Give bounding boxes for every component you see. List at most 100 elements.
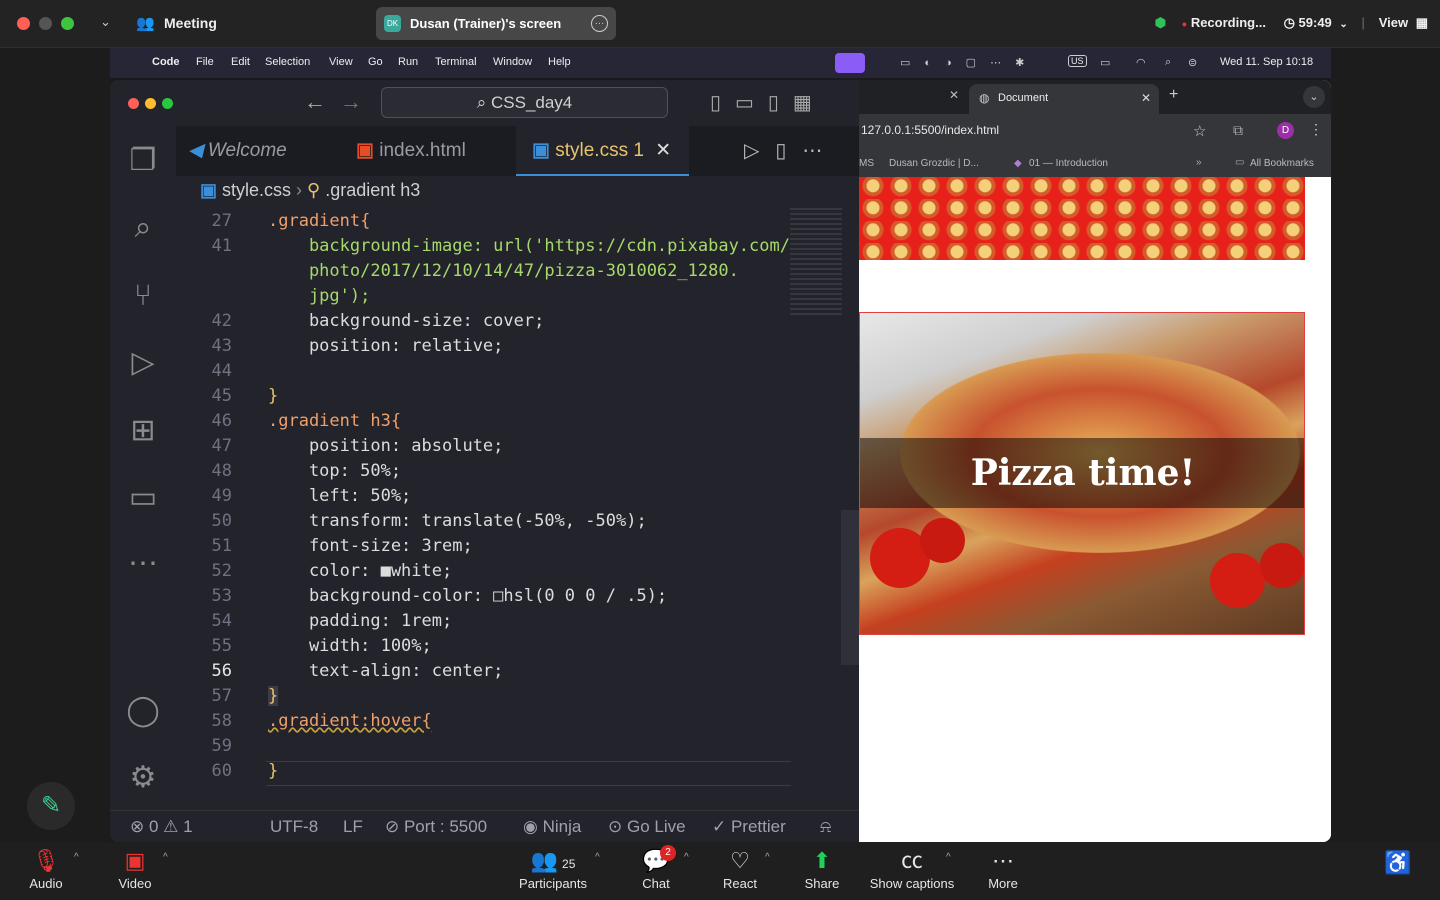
captions-button[interactable]: ㏄ Show captions <box>868 846 956 891</box>
menu-run[interactable]: Run <box>398 56 418 68</box>
tab-search-icon[interactable]: ⌄ <box>1303 86 1325 108</box>
participants-button[interactable]: 👥 25 Participants <box>515 846 591 891</box>
remote-explorer-icon[interactable]: ▭ <box>123 478 163 518</box>
tab-style-css[interactable]: ▣ style.css 1 ✕ <box>516 126 689 176</box>
breadcrumb-symbol[interactable]: .gradient h3 <box>325 180 420 200</box>
code-line: text-align: center; <box>268 661 504 681</box>
chevron-up-icon[interactable]: ^ <box>163 852 168 863</box>
close-tab-icon[interactable]: ✕ <box>949 88 959 102</box>
minimize-window-button[interactable] <box>145 98 156 109</box>
menu-view[interactable]: View <box>329 56 353 68</box>
back-arrow-icon[interactable]: ← <box>304 89 326 115</box>
bookmark-star-icon[interactable]: ☆ <box>1193 122 1206 140</box>
more-options-icon[interactable]: … <box>591 15 608 32</box>
prettier-indicator[interactable]: ✓ Prettier <box>712 817 786 837</box>
close-window-button[interactable] <box>128 98 139 109</box>
extensions-icon[interactable]: ⧉ <box>1233 122 1243 139</box>
editor-actions-icons[interactable]: ▷▯⋯ <box>744 138 838 163</box>
more-views-icon[interactable]: ⋯ <box>123 544 163 584</box>
accessibility-icon[interactable]: ♿ <box>1384 850 1411 876</box>
minimap[interactable] <box>790 208 842 318</box>
eol-indicator[interactable]: LF <box>343 817 363 837</box>
activity-bar: ❐ ⌕ ⑂ ▷ ⊞ ▭ ⋯ ◯ ⚙ <box>110 126 176 810</box>
tab-index-html[interactable]: ▣ index.html <box>356 126 466 176</box>
url-field[interactable]: 127.0.0.1:5500/index.html <box>861 123 999 137</box>
new-tab-button[interactable]: + <box>1169 86 1178 104</box>
live-server-port[interactable]: ⊘ Port : 5500 <box>385 817 487 837</box>
chevron-up-icon[interactable]: ^ <box>74 852 79 863</box>
line-number: 41 <box>211 236 232 256</box>
vertical-scrollbar[interactable] <box>841 510 859 665</box>
line-number: 51 <box>211 536 232 556</box>
account-icon[interactable]: ◯ <box>123 691 163 731</box>
close-tab-icon[interactable]: ✕ <box>1141 91 1151 105</box>
line-number: 56 <box>211 661 232 681</box>
close-window-button[interactable] <box>17 17 30 30</box>
menu-selection[interactable]: Selection <box>265 56 310 68</box>
menu-terminal[interactable]: Terminal <box>435 56 477 68</box>
screen-share-indicator[interactable]: DK Dusan (Trainer)'s screen … <box>376 7 616 40</box>
control-center-icon[interactable]: ⊜ <box>1188 56 1197 69</box>
screen-share-status-icon[interactable] <box>835 53 865 73</box>
search-icon[interactable]: ⌕ <box>1165 56 1171 69</box>
forward-arrow-icon[interactable]: → <box>340 89 362 115</box>
bell-icon[interactable]: ⍾ <box>820 817 831 837</box>
menu-bar-clock[interactable]: Wed 11. Sep 10:18 <box>1220 56 1313 68</box>
more-bookmarks-icon[interactable]: » <box>1196 157 1202 168</box>
menu-go[interactable]: Go <box>368 56 383 68</box>
video-off-icon: ▣ <box>124 848 146 873</box>
settings-gear-icon[interactable]: ⚙ <box>123 758 163 798</box>
problems-indicator[interactable]: ⊗ 0 ⚠ 1 <box>130 817 193 837</box>
more-button[interactable]: ⋯ More <box>983 846 1023 891</box>
annotate-pen-icon[interactable]: ✎ <box>27 782 75 830</box>
explorer-icon[interactable]: ❐ <box>123 141 163 181</box>
input-source-indicator[interactable]: US <box>1068 55 1087 67</box>
react-button[interactable]: ♡ React <box>720 846 760 891</box>
audio-button[interactable]: 🎙 Audio <box>26 846 66 891</box>
code-editor[interactable]: 27 .gradient{ 41 background-image: url('… <box>176 208 793 810</box>
ninja-indicator[interactable]: ◉ Ninja <box>523 817 581 837</box>
go-live-button[interactable]: ⊙ Go Live <box>608 817 686 837</box>
bookmark-item[interactable]: 01 — Introduction <box>1029 158 1108 169</box>
all-bookmarks[interactable]: All Bookmarks <box>1250 158 1314 169</box>
profile-avatar[interactable]: D <box>1277 122 1294 139</box>
bookmark-item[interactable]: Dusan Grozdic | D... <box>889 158 979 169</box>
run-debug-icon[interactable]: ▷ <box>123 343 163 383</box>
bookmark-item[interactable]: MS <box>859 158 874 169</box>
tab-welcome[interactable]: ◀ Welcome <box>188 126 287 176</box>
status-tray-icons[interactable]: ▭◐◑▢⋯✱ <box>900 56 1038 69</box>
menu-edit[interactable]: Edit <box>231 56 250 68</box>
battery-icon[interactable]: ▭ <box>1100 56 1110 69</box>
search-icon[interactable]: ⌕ <box>123 208 163 248</box>
app-menu[interactable]: Code <box>152 56 180 68</box>
menu-window[interactable]: Window <box>493 56 532 68</box>
chevron-up-icon[interactable]: ^ <box>684 852 689 863</box>
maximize-window-button[interactable] <box>162 98 173 109</box>
encoding-indicator[interactable]: UTF-8 <box>270 817 318 837</box>
chevron-up-icon[interactable]: ^ <box>595 852 600 863</box>
chevron-down-icon[interactable]: ⌄ <box>100 14 111 30</box>
share-button[interactable]: ⬆ Share <box>802 846 842 891</box>
chevron-down-icon[interactable]: ⌄ <box>1339 19 1347 30</box>
pizza-hero-image[interactable]: Pizza time! <box>859 312 1305 635</box>
wifi-icon[interactable]: ◠ <box>1136 56 1146 69</box>
minimize-window-button[interactable] <box>39 17 52 30</box>
recording-label[interactable]: Recording... <box>1191 15 1266 30</box>
menu-file[interactable]: File <box>196 56 214 68</box>
zoom-window-button[interactable] <box>61 17 74 30</box>
video-button[interactable]: ▣ Video <box>115 846 155 891</box>
menu-help[interactable]: Help <box>548 56 571 68</box>
code-line: .gradient{ <box>268 211 371 231</box>
view-menu[interactable]: View <box>1379 15 1408 30</box>
source-control-icon[interactable]: ⑂ <box>123 276 163 316</box>
tab-document[interactable]: ◍ Document ✕ <box>969 84 1159 114</box>
layout-toggle-icons[interactable]: ▯▭▯▦ <box>710 90 826 115</box>
breadcrumb-file[interactable]: style.css <box>222 180 291 200</box>
grid-icon[interactable]: ▦ <box>1416 15 1428 30</box>
browser-menu-icon[interactable]: ⋮ <box>1309 121 1323 138</box>
extensions-icon[interactable]: ⊞ <box>123 411 163 451</box>
command-center-search[interactable]: ⌕ CSS_day4 <box>381 87 668 118</box>
chevron-up-icon[interactable]: ^ <box>765 852 770 863</box>
chevron-up-icon[interactable]: ^ <box>946 852 951 863</box>
close-tab-icon[interactable]: ✕ <box>655 140 671 161</box>
